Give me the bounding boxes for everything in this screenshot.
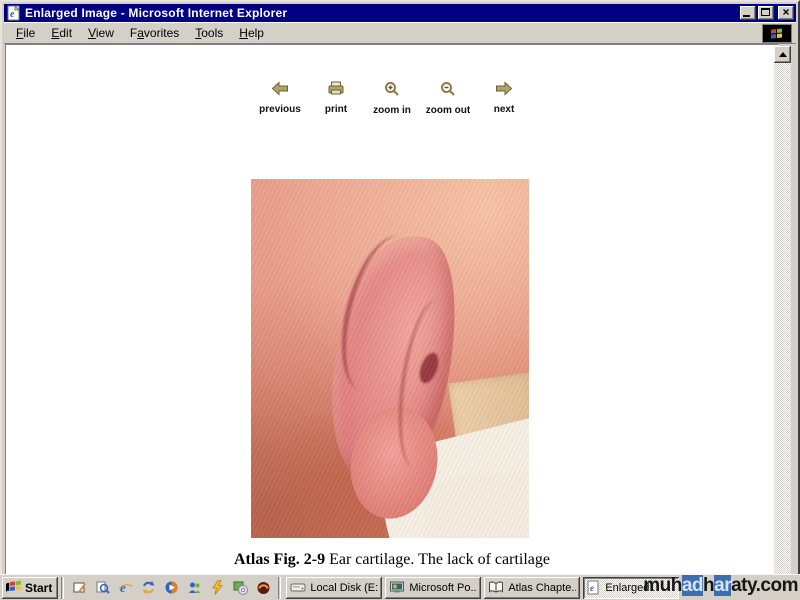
start-label: Start bbox=[25, 581, 52, 595]
lightning-icon[interactable] bbox=[207, 578, 227, 598]
vertical-scrollbar[interactable] bbox=[774, 46, 791, 598]
ie-page-icon: e bbox=[6, 5, 22, 21]
powerpoint-icon bbox=[389, 580, 405, 595]
ear-photo bbox=[251, 179, 529, 538]
disk-drive-icon bbox=[290, 580, 306, 595]
image-toolbar: previous print bbox=[252, 81, 532, 116]
svg-text:e: e bbox=[10, 9, 15, 20]
task-button-local-disk[interactable]: Local Disk (E:) bbox=[286, 577, 382, 599]
next-arrow-icon bbox=[495, 81, 513, 101]
realplayer-icon[interactable] bbox=[253, 578, 273, 598]
printer-icon bbox=[327, 81, 345, 101]
zoom-out-icon bbox=[440, 81, 456, 102]
zoom-out-button[interactable]: zoom out bbox=[420, 81, 476, 116]
watermark: muhadharaty.com bbox=[643, 575, 798, 597]
next-button[interactable]: next bbox=[476, 81, 532, 116]
internet-explorer-icon[interactable]: e bbox=[115, 578, 135, 598]
search-icon[interactable] bbox=[92, 578, 112, 598]
show-desktop-icon[interactable] bbox=[69, 578, 89, 598]
windows-logo-throbber bbox=[762, 24, 792, 43]
menu-edit[interactable]: Edit bbox=[43, 24, 80, 42]
task-button-area: Local Disk (E:) Microsoft Po... Atlas Ch… bbox=[286, 577, 679, 599]
media-player-icon[interactable] bbox=[161, 578, 181, 598]
close-icon: × bbox=[778, 5, 794, 19]
windows-flag-icon bbox=[6, 579, 22, 596]
image-cd-icon[interactable] bbox=[230, 578, 250, 598]
zoom-in-button[interactable]: zoom in bbox=[364, 81, 420, 116]
print-button[interactable]: print bbox=[308, 81, 364, 116]
minimize-icon bbox=[743, 15, 750, 17]
book-icon bbox=[488, 580, 504, 595]
close-button[interactable]: × bbox=[778, 6, 794, 20]
taskbar-divider bbox=[278, 577, 281, 599]
menu-bar: File Edit View Favorites Tools Help bbox=[4, 22, 796, 44]
page-content: previous print bbox=[5, 44, 778, 598]
caption-line-1: Atlas Fig. 2-9 Ear cartilage. The lack o… bbox=[6, 549, 778, 571]
maximize-button[interactable] bbox=[758, 6, 774, 20]
svg-text:e: e bbox=[120, 580, 126, 595]
menu-view[interactable]: View bbox=[80, 24, 122, 42]
messenger-icon[interactable] bbox=[184, 578, 204, 598]
menu-favorites[interactable]: Favorites bbox=[122, 24, 187, 42]
browser-window: e Enlarged Image - Microsoft Internet Ex… bbox=[0, 0, 800, 600]
maximize-icon bbox=[761, 8, 770, 16]
start-button[interactable]: Start bbox=[2, 577, 58, 599]
minimize-button[interactable] bbox=[740, 6, 756, 20]
up-arrow-icon bbox=[779, 52, 787, 57]
window-title: Enlarged Image - Microsoft Internet Expl… bbox=[25, 6, 740, 20]
menu-help[interactable]: Help bbox=[231, 24, 272, 42]
menu-file[interactable]: File bbox=[8, 24, 43, 42]
previous-arrow-icon bbox=[271, 81, 289, 101]
photo-skin-texture bbox=[251, 179, 529, 538]
sync-arrows-icon[interactable] bbox=[138, 578, 158, 598]
internet-explorer-icon: e bbox=[587, 580, 601, 595]
scrollbar-track[interactable] bbox=[774, 63, 791, 598]
quick-launch-bar: e bbox=[67, 578, 275, 598]
zoom-in-icon bbox=[384, 81, 400, 102]
taskbar-divider bbox=[61, 577, 64, 599]
svg-text:e: e bbox=[590, 583, 594, 593]
menu-tools[interactable]: Tools bbox=[187, 24, 231, 42]
task-button-atlas-chapter[interactable]: Atlas Chapte... bbox=[484, 577, 580, 599]
scroll-up-button[interactable] bbox=[774, 46, 791, 63]
previous-button[interactable]: previous bbox=[252, 81, 308, 116]
task-button-powerpoint[interactable]: Microsoft Po... bbox=[385, 577, 481, 599]
title-bar[interactable]: e Enlarged Image - Microsoft Internet Ex… bbox=[4, 4, 796, 22]
